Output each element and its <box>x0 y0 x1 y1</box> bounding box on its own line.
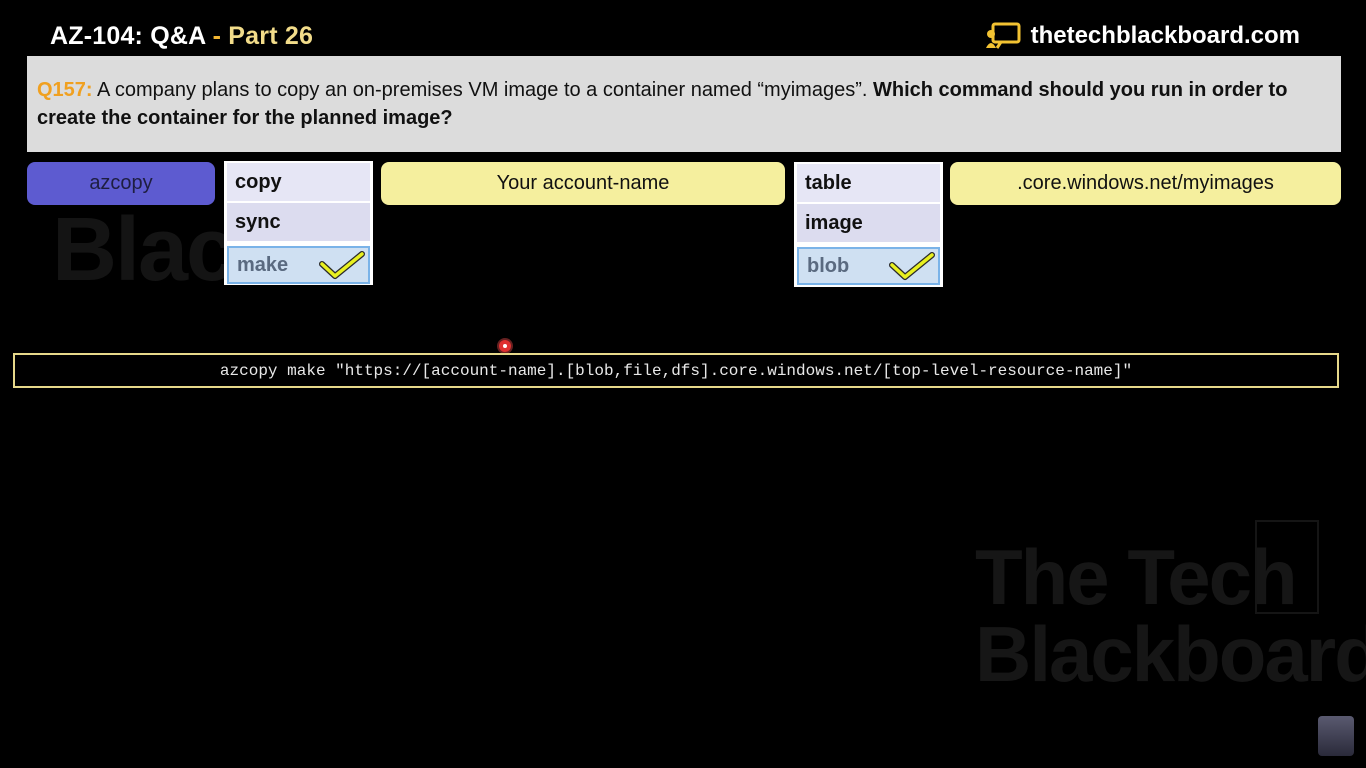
option-label: copy <box>235 170 282 193</box>
command-dropdown[interactable]: copy sync make <box>224 161 373 285</box>
tool-label: azcopy <box>89 172 153 194</box>
account-name-label: Your account-name <box>496 172 670 194</box>
option-label: image <box>805 211 863 234</box>
account-name-box: Your account-name <box>381 162 785 205</box>
question-box: Q157: A company plans to copy an on-prem… <box>27 56 1341 152</box>
question-number: Q157: <box>37 79 93 101</box>
command-text: azcopy make "https://[account-name].[blo… <box>219 361 1133 380</box>
tool-box: azcopy <box>27 162 215 205</box>
option-label: blob <box>807 254 850 277</box>
title-part: Part 26 <box>228 22 314 50</box>
title-main: AZ-104: Q&A <box>50 22 206 50</box>
brand-name: thetechblackboard.com <box>1030 22 1300 49</box>
mouse-cursor-icon <box>499 340 511 352</box>
option-copy[interactable]: copy <box>227 163 370 201</box>
option-image[interactable]: image <box>797 204 940 242</box>
option-sync[interactable]: sync <box>227 203 370 241</box>
option-label: table <box>805 171 852 194</box>
question-text: A company plans to copy an on-premises V… <box>92 79 873 101</box>
option-table[interactable]: table <box>797 164 940 202</box>
option-label: sync <box>235 210 281 233</box>
chalkboard-icon <box>985 22 1021 49</box>
option-make-selected[interactable]: make <box>227 246 370 284</box>
command-syntax: azcopy make "https://[account-name].[blo… <box>13 353 1339 388</box>
service-dropdown[interactable]: table image blob <box>794 162 943 287</box>
checkmark-icon <box>319 251 365 279</box>
presenter-avatar <box>1318 716 1354 756</box>
domain-label: .core.windows.net/myimages <box>1017 172 1274 194</box>
video-title: AZ-104: Q&A - Part 26 <box>50 22 313 51</box>
checkmark-icon <box>889 252 935 280</box>
brand-logo: thetechblackboard.com <box>985 22 1300 50</box>
option-blob-selected[interactable]: blob <box>797 247 940 285</box>
watermark-shape <box>1255 520 1319 614</box>
domain-box: .core.windows.net/myimages <box>950 162 1341 205</box>
watermark-right-line1: The Tech <box>975 533 1298 621</box>
watermark-right-line2: Blackboard <box>975 610 1366 698</box>
option-label: make <box>237 253 289 276</box>
title-separator: - <box>205 22 229 50</box>
